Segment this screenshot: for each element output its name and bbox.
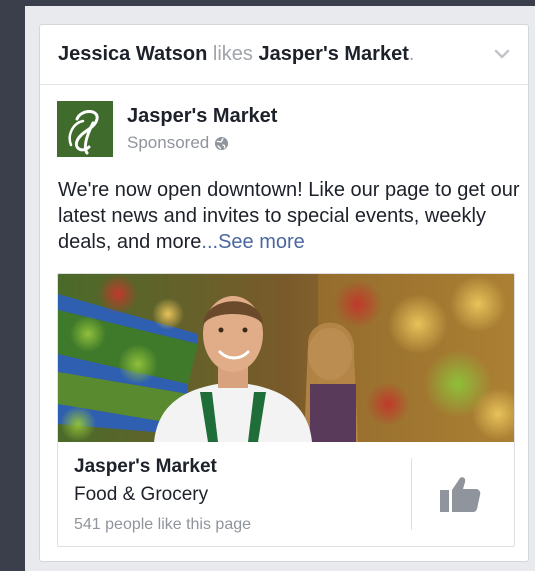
actor-name-link[interactable]: Jessica Watson <box>58 43 207 65</box>
see-more-link[interactable]: ...See more <box>201 231 304 253</box>
chevron-down-icon[interactable] <box>494 47 510 61</box>
sponsored-post-card: Jessica Watson likes Jasper's Market. Ja… <box>39 24 529 562</box>
post-body: We're now open downtown! Like our page t… <box>58 177 520 255</box>
page-attachment[interactable]: Jasper's Market Food & Grocery 541 peopl… <box>57 273 515 547</box>
page-logo[interactable] <box>57 101 113 157</box>
page-name-link[interactable]: Jasper's Market <box>127 105 277 128</box>
liked-page-link[interactable]: Jasper's Market <box>258 43 408 65</box>
story-header: Jessica Watson likes Jasper's Market. <box>40 25 528 85</box>
story-verb: likes <box>212 43 253 65</box>
thumbs-up-icon[interactable] <box>438 474 482 514</box>
sponsored-label: Sponsored <box>127 133 229 153</box>
story-period: . <box>408 43 415 65</box>
sponsored-text: Sponsored <box>127 133 210 152</box>
hero-image[interactable] <box>58 274 515 442</box>
attachment-category: Food & Grocery <box>74 484 209 505</box>
attachment-page-name[interactable]: Jasper's Market <box>74 456 217 478</box>
story-text: Jessica Watson likes Jasper's Market. <box>58 43 414 66</box>
attachment-like-count: 541 people like this page <box>74 516 252 533</box>
attachment-footer: Jasper's Market Food & Grocery 541 peopl… <box>58 442 514 546</box>
footer-divider <box>411 458 412 530</box>
globe-icon <box>215 136 229 150</box>
